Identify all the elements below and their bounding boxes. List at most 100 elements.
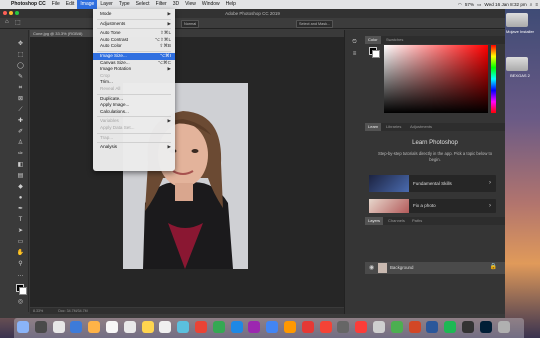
dock-ibooks-icon[interactable] (284, 321, 296, 333)
menu-layer[interactable]: Layer (97, 0, 116, 9)
lasso-tool-icon[interactable]: ◯ (16, 62, 25, 71)
more-tools-icon[interactable]: … (16, 271, 25, 280)
dock-contacts-icon[interactable] (106, 321, 118, 333)
dock-maps-icon[interactable] (177, 321, 190, 333)
menu-item-auto-tone[interactable]: Auto Tone ⇧⌘L (93, 30, 175, 37)
path-select-icon[interactable]: ➤ (16, 227, 25, 236)
clock[interactable]: Wed 16 Jan 8:32 pm (484, 0, 526, 9)
tab-libraries[interactable]: Libraries (383, 123, 404, 131)
dock-photos-icon[interactable] (195, 321, 207, 333)
close-window-icon[interactable] (3, 11, 7, 15)
menu-item-analysis[interactable]: Analysis ▶ (93, 144, 175, 151)
menu-select[interactable]: Select (133, 0, 153, 9)
dock-notes-icon[interactable] (141, 321, 154, 333)
crop-tool-icon[interactable]: ⌗ (16, 84, 25, 93)
zoom-window-icon[interactable] (15, 11, 19, 15)
blur-tool-icon[interactable]: ◆ (16, 183, 25, 192)
eyedropper-tool-icon[interactable]: ⟋ (16, 106, 25, 115)
dock-do-not-disturb-icon[interactable] (319, 321, 332, 333)
background-color-swatch[interactable] (372, 50, 380, 58)
menu-item-auto-contrast[interactable]: Auto Contrast ⌥⇧⌘L (93, 37, 175, 44)
menu-item-mode[interactable]: Mode ▶ (93, 11, 175, 18)
menu-window[interactable]: Window (199, 0, 223, 9)
menu-filter[interactable]: Filter (153, 0, 170, 9)
eraser-tool-icon[interactable]: ◧ (16, 161, 25, 170)
menu-item-canvas-size[interactable]: Canvas Size... ⌥⌘C (93, 60, 175, 67)
menu-view[interactable]: View (182, 0, 199, 9)
dock-preview-icon[interactable] (373, 321, 385, 333)
dock-news-icon[interactable] (301, 321, 314, 333)
zoom-level[interactable]: 8.33% (33, 309, 43, 313)
type-tool-icon[interactable]: T (16, 216, 25, 225)
move-tool-icon[interactable]: ✥ (16, 40, 25, 49)
tab-paths[interactable]: Paths (409, 217, 425, 225)
quick-select-tool-icon[interactable]: ✎ (16, 73, 25, 82)
wifi-icon[interactable]: ◠ (458, 0, 462, 9)
battery-percent[interactable]: 57% (465, 0, 474, 9)
dock-launchpad-icon[interactable] (52, 321, 65, 333)
menu-edit[interactable]: Edit (63, 0, 78, 9)
quick-mask-icon[interactable]: ◎ (16, 298, 25, 307)
dock-finder-icon[interactable] (17, 321, 29, 333)
frame-tool-icon[interactable]: ⊠ (16, 95, 25, 104)
marquee-tool-icon[interactable]: ⬚ (15, 19, 21, 26)
dock-word-icon[interactable] (426, 321, 439, 333)
menu-item-adjustments[interactable]: Adjustments ▶ (93, 21, 175, 28)
pen-tool-icon[interactable]: ✒ (16, 205, 25, 214)
home-icon[interactable]: ⌂ (5, 19, 9, 25)
history-panel-icon[interactable]: ⏲ (350, 38, 359, 47)
style-select[interactable]: Normal (181, 20, 200, 28)
menu-item-auto-color[interactable]: Auto Color ⇧⌘B (93, 43, 175, 50)
menu-file[interactable]: File (49, 0, 63, 9)
zoom-tool-icon[interactable]: ⚲ (16, 260, 25, 269)
dock-siri-icon[interactable] (34, 321, 47, 333)
dock-safari-icon[interactable] (70, 321, 83, 333)
stamp-tool-icon[interactable]: ♙ (16, 139, 25, 148)
app-menu[interactable]: Photoshop CC (8, 0, 49, 9)
layer-row[interactable]: ◉ Background 🔒 (365, 262, 505, 274)
tab-color[interactable]: Color (365, 36, 381, 44)
tab-layers[interactable]: Layers (365, 217, 384, 225)
menu-list-icon[interactable]: ≡ (535, 0, 538, 9)
dock-facetime-icon[interactable] (230, 321, 243, 333)
tab-swatches[interactable]: Swatches (383, 36, 406, 44)
shape-tool-icon[interactable]: ▭ (16, 238, 25, 247)
dock-spotify-icon[interactable] (444, 321, 457, 333)
healing-tool-icon[interactable]: ✚ (16, 117, 25, 126)
minimize-window-icon[interactable] (9, 11, 13, 15)
history-brush-icon[interactable]: ✑ (16, 150, 25, 159)
dock-messages-icon[interactable] (212, 321, 225, 333)
drive-icon[interactable] (506, 57, 528, 71)
dock-app-store-icon[interactable] (266, 321, 279, 333)
menu-type[interactable]: Type (116, 0, 133, 9)
hand-tool-icon[interactable]: ✋ (16, 249, 25, 258)
hue-slider[interactable] (491, 45, 496, 113)
menu-item-apply-image[interactable]: Apply Image... (93, 102, 175, 109)
dock-mail-icon[interactable] (88, 321, 101, 333)
menu-item-image-rotation[interactable]: Image Rotation ▶ (93, 66, 175, 73)
dock-terminal-icon[interactable] (462, 321, 474, 333)
eye-icon[interactable]: ◉ (369, 264, 374, 271)
dock-reminders-icon[interactable] (159, 321, 172, 333)
gradient-tool-icon[interactable]: ▤ (16, 172, 25, 181)
drive-icon[interactable] (506, 13, 528, 27)
menu-item-calculations[interactable]: Calculations... (93, 109, 175, 116)
dock-system-prefs-icon[interactable] (337, 321, 350, 333)
tab-adjustments[interactable]: Adjustments (407, 123, 435, 131)
menu-item-trim[interactable]: Trim... (93, 79, 175, 86)
menu-item-duplicate[interactable]: Duplicate... (93, 96, 175, 103)
tutorial-card-fundamental[interactable]: Fundamental Skills › (369, 175, 496, 192)
dodge-tool-icon[interactable]: ● (16, 194, 25, 203)
brush-tool-icon[interactable]: ✐ (16, 128, 25, 137)
color-field[interactable] (384, 45, 488, 113)
menu-item-image-size[interactable]: Image Size... ⌥⌘I (93, 53, 175, 60)
dock-utility-icon[interactable] (390, 321, 403, 333)
menu-help[interactable]: Help (223, 0, 239, 9)
properties-panel-icon[interactable]: ≡ (350, 50, 359, 59)
search-icon[interactable]: ⌕ (530, 0, 533, 9)
dock-powerpoint-icon[interactable] (408, 321, 421, 333)
background-color-swatch[interactable] (19, 287, 27, 295)
tab-learn[interactable]: Learn (365, 123, 382, 131)
dock-calendar-icon[interactable] (123, 321, 136, 333)
tutorial-card-fix-photo[interactable]: Fix a photo › (369, 199, 496, 213)
